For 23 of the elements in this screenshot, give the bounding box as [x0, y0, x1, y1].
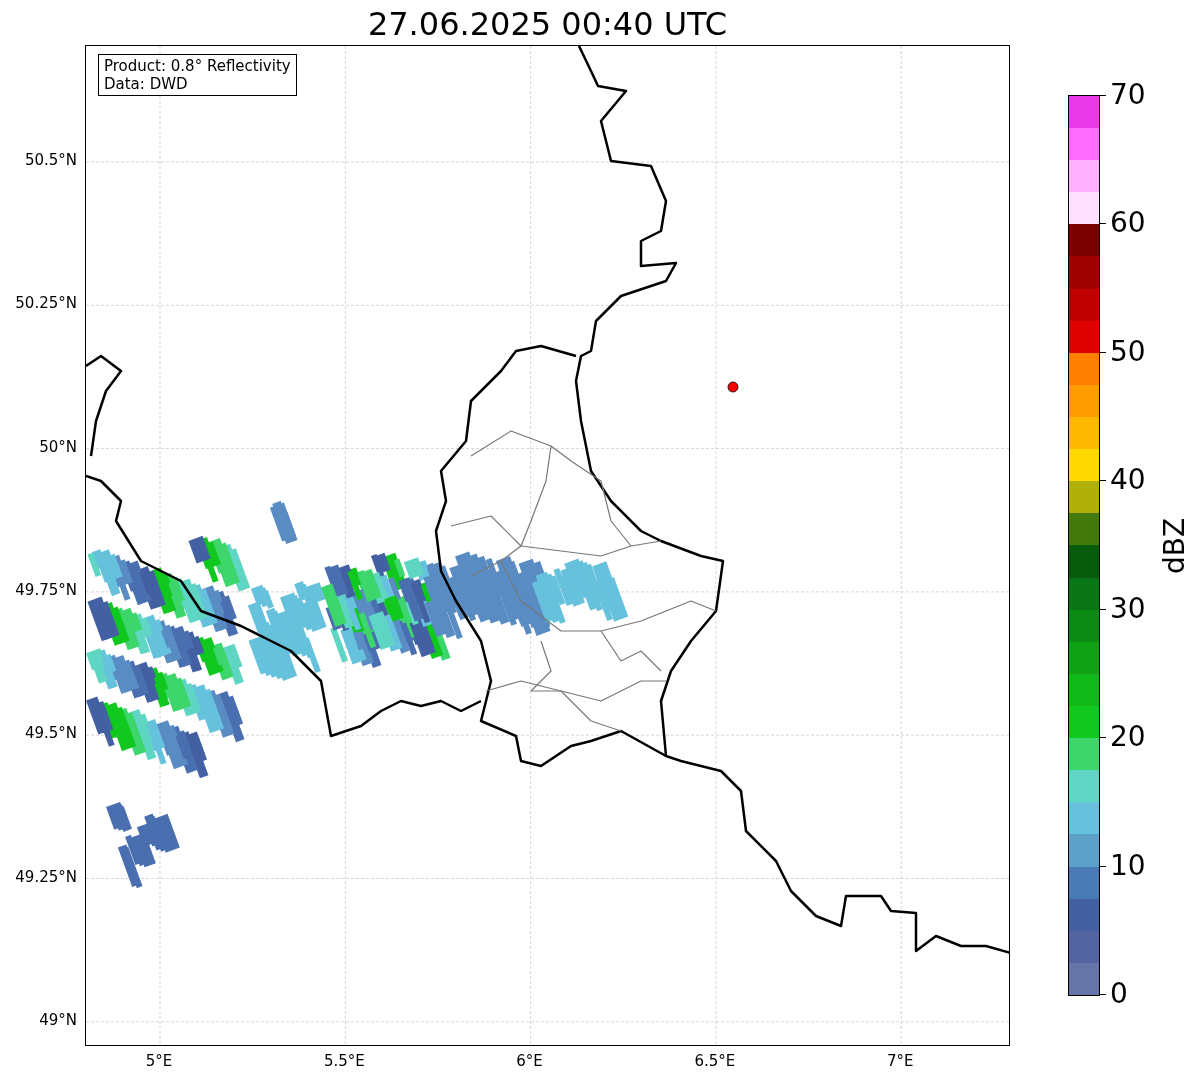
latitude-label: 49°N: [39, 1012, 77, 1028]
colorbar-tick-label: 10: [1110, 851, 1146, 880]
latitude-label: 49.75°N: [15, 582, 77, 598]
latitude-label: 49.5°N: [24, 726, 77, 742]
longitude-label: 5°E: [145, 1054, 173, 1069]
latitude-label: 50.25°N: [15, 296, 77, 312]
colorbar-tick-label: 70: [1110, 81, 1146, 109]
longitude-label: 6.5°E: [694, 1054, 736, 1069]
info-box: Product: 0.8° Reflectivity Data: DWD: [98, 54, 297, 96]
colorbar-tick-label: 40: [1110, 466, 1146, 495]
colorbar-tick-label: 50: [1110, 337, 1146, 366]
colorbar-label: dBZ: [1157, 517, 1192, 574]
longitude-label: 6°E: [516, 1054, 543, 1069]
colorbar-tick-label: 60: [1110, 209, 1146, 238]
longitude-label: 5.5°E: [323, 1054, 365, 1069]
longitude-label: 7°E: [886, 1054, 914, 1069]
colorbar-tick-label: 0: [1110, 980, 1128, 1008]
latitude-label: 50.5°N: [24, 153, 77, 168]
latitude-label: 50°N: [39, 439, 77, 455]
latitude-label: 49.25°N: [15, 869, 77, 885]
chart-title: 27.06.2025 00:40 UTC: [367, 5, 728, 40]
colorbar-tick-label: 30: [1110, 594, 1146, 623]
colorbar-tick-label: 20: [1110, 723, 1146, 752]
